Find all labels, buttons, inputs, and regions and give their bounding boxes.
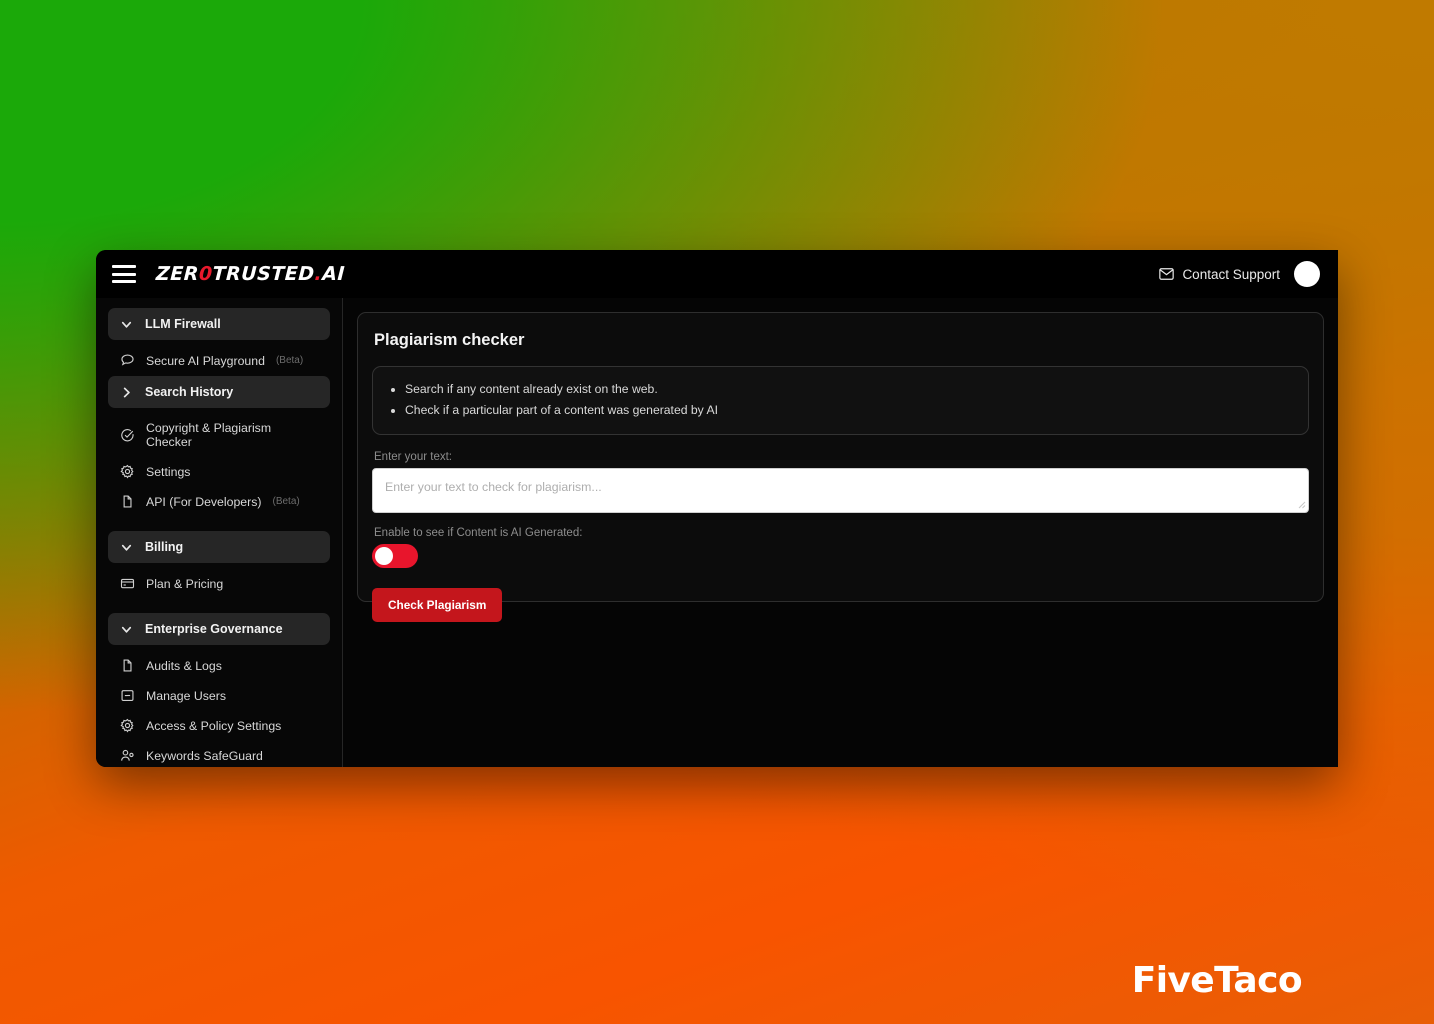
sidebar-section-enterprise-governance[interactable]: Enterprise Governance (108, 613, 330, 645)
hamburger-line (112, 265, 136, 268)
sidebar-item-api-for-developers[interactable]: API (For Developers) (Beta) (108, 487, 330, 516)
plagiarism-text-input[interactable] (372, 467, 1309, 513)
logo-zero: 0 (198, 263, 214, 285)
window-body: LLM Firewall Secure AI Playground (Beta)… (96, 298, 1338, 767)
sidebar-item-label: Audits & Logs (146, 658, 222, 673)
id-card-icon (121, 690, 134, 701)
info-bullet-list: Search if any content already exist on t… (405, 379, 1294, 422)
sidebar-item-settings[interactable]: Settings (108, 457, 330, 486)
list-item: Search if any content already exist on t… (405, 379, 1294, 400)
envelope-icon (1159, 268, 1175, 280)
sidebar-item-badge: (Beta) (275, 355, 304, 366)
sidebar-item-manage-users[interactable]: Manage Users (108, 681, 330, 710)
sidebar-section-label: Billing (145, 540, 184, 554)
document-copy-icon (123, 659, 132, 672)
sidebar-item-copyright-plagiarism-checker[interactable]: Copyright & Plagiarism Checker (108, 414, 330, 456)
sidebar: LLM Firewall Secure AI Playground (Beta)… (96, 298, 343, 767)
sidebar-item-label: Settings (146, 464, 191, 479)
main-content: Plagiarism checker Search if any content… (343, 298, 1338, 767)
users-icon (121, 749, 134, 761)
check-plagiarism-button[interactable]: Check Plagiarism (372, 587, 503, 622)
app-window: ZER 0 TRUSTED. AI Contact Support LLM Firew (96, 250, 1338, 767)
sidebar-section-label: Search History (145, 385, 234, 399)
ai-generated-toggle[interactable] (372, 543, 418, 568)
text-input-label: Enter your text: (374, 450, 452, 463)
chevron-down-icon (121, 544, 132, 551)
sidebar-section-llm-firewall[interactable]: LLM Firewall (108, 308, 330, 340)
sidebar-item-label: API (For Developers) (146, 494, 262, 509)
plagiarism-checker-panel: Plagiarism checker Search if any content… (357, 312, 1324, 622)
top-bar: ZER 0 TRUSTED. AI Contact Support (96, 250, 1338, 298)
contact-support-button[interactable]: Contact Support (1159, 267, 1280, 282)
text-input-wrapper (372, 467, 1309, 513)
sidebar-section-label: LLM Firewall (145, 317, 221, 331)
gear-icon (120, 718, 134, 733)
top-bar-right: Contact Support (1159, 261, 1338, 287)
logo-post: TRUSTED (212, 263, 316, 285)
hamburger-line (112, 272, 136, 276)
sidebar-item-plan-pricing[interactable]: Plan & Pricing (108, 569, 330, 598)
sidebar-item-label: Keywords SafeGuard (146, 748, 263, 763)
avatar[interactable] (1294, 261, 1320, 287)
ai-toggle-label: Enable to see if Content is AI Generated… (374, 526, 583, 539)
credit-card-icon (120, 578, 135, 589)
sidebar-section-label: Enterprise Governance (145, 622, 283, 636)
document-copy-icon (123, 495, 132, 508)
sidebar-item-label: Copyright & Plagiarism Checker (146, 421, 272, 449)
sidebar-item-label: Manage Users (146, 688, 226, 703)
sidebar-item-label: Access & Policy Settings (146, 718, 282, 733)
toggle-knob (375, 546, 393, 565)
logo-suffix: AI (321, 263, 346, 285)
contact-support-label: Contact Support (1182, 266, 1280, 282)
sidebar-item-badge: (Beta) (272, 496, 300, 507)
fivetaco-watermark: FiveTaco (1131, 960, 1303, 1001)
sidebar-item-audits-logs[interactable]: Audits & Logs (108, 651, 330, 680)
chevron-down-icon (121, 321, 132, 328)
logo-pre: ZER (155, 263, 200, 285)
check-circle-icon (121, 428, 134, 441)
chat-bubble-icon (121, 354, 134, 366)
list-item: Check if a particular part of a content … (405, 400, 1294, 421)
sidebar-item-label: Secure AI Playground (146, 353, 265, 368)
info-box: Search if any content already exist on t… (372, 366, 1309, 435)
chevron-down-icon (121, 626, 132, 633)
sidebar-item-keywords-safeguard[interactable]: Keywords SafeGuard (108, 741, 330, 767)
page-title: Plagiarism checker (374, 331, 525, 349)
sidebar-section-billing[interactable]: Billing (108, 531, 330, 563)
gear-icon (120, 464, 134, 479)
chevron-right-icon (123, 387, 130, 397)
sidebar-section-search-history[interactable]: Search History (108, 376, 330, 408)
sidebar-item-secure-ai-playground[interactable]: Secure AI Playground (Beta) (108, 346, 330, 375)
app-logo[interactable]: ZER 0 TRUSTED. AI (155, 263, 345, 285)
sidebar-item-label: Plan & Pricing (146, 576, 224, 591)
hamburger-menu-icon[interactable] (112, 265, 136, 283)
sidebar-item-access-policy-settings[interactable]: Access & Policy Settings (108, 711, 330, 740)
hamburger-line (112, 280, 136, 283)
